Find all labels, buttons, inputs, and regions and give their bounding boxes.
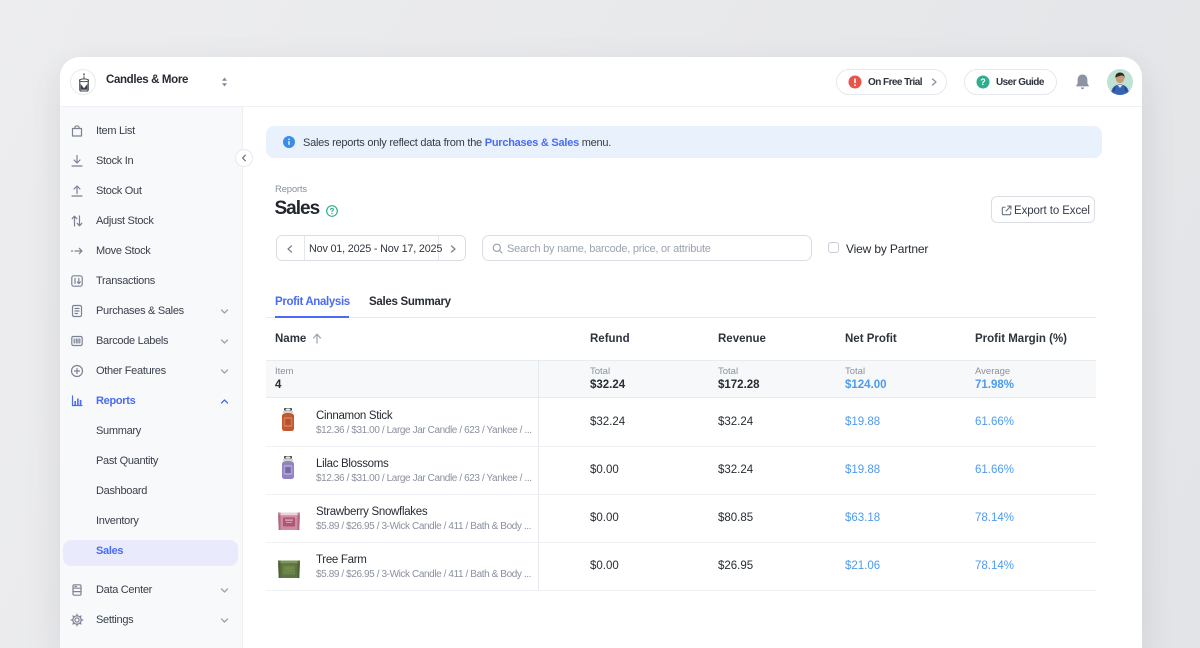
- svg-text:?: ?: [980, 77, 986, 87]
